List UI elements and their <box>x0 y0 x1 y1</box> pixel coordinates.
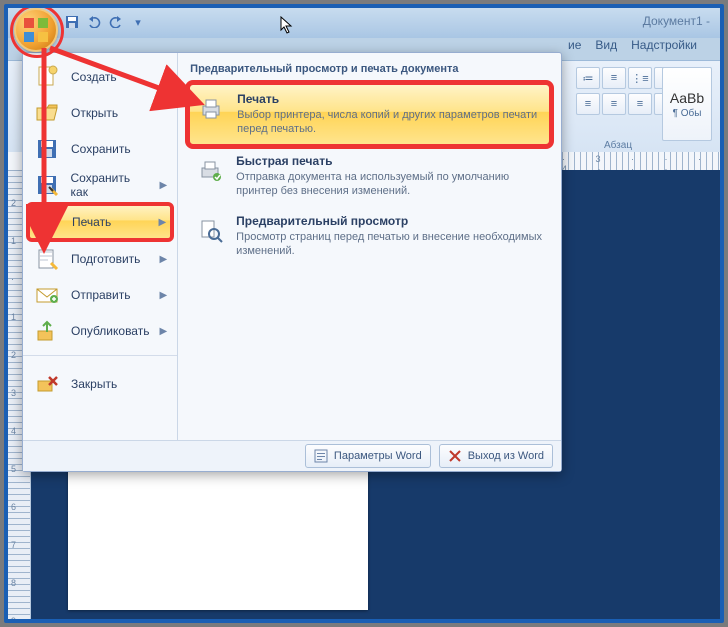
quick-access-toolbar: ▾ <box>64 14 146 30</box>
office-menu: СоздатьОткрытьСохранитьСохранить как▶Печ… <box>22 52 562 472</box>
style-preview[interactable]: AaBb ¶ Обы <box>662 67 712 141</box>
style-sample: AaBb <box>670 90 704 106</box>
multilevel-button[interactable]: ⋮≡ <box>628 67 652 89</box>
submenu-arrow-icon: ▶ <box>159 290 167 301</box>
numbering-button[interactable]: ≡ <box>602 67 626 89</box>
submenu-item-desc: Отправка документа на используемый по ум… <box>236 170 545 199</box>
redo-icon[interactable] <box>108 14 124 30</box>
menu-item-prepare[interactable]: Подготовить ▶ <box>23 241 177 277</box>
ruler-tick-label: 1 <box>11 236 21 246</box>
submenu-arrow-icon: ▶ <box>159 180 167 191</box>
submenu-arrow-icon: ▶ <box>159 254 167 265</box>
ribbon-tab[interactable]: Вид <box>595 38 617 60</box>
align-left-button[interactable]: ≡ <box>576 93 600 115</box>
app-window: ▾ Документ1 - ие Вид Надстройки ≔ ≡ ⋮≡ ↧… <box>4 4 724 623</box>
options-icon <box>314 449 328 463</box>
ruler-tick-label: 8 <box>11 578 21 588</box>
close-icon <box>33 370 61 398</box>
ribbon-tab[interactable]: ие <box>568 38 581 60</box>
titlebar: ▾ Документ1 - <box>8 8 720 38</box>
ruler-tick-label: 1 <box>11 312 21 322</box>
quickprint-icon <box>194 154 226 186</box>
publish-icon <box>33 317 61 345</box>
ribbon-tab[interactable]: Надстройки <box>631 38 697 60</box>
submenu-item-desc: Просмотр страниц перед печатью и внесени… <box>236 230 545 259</box>
ruler-tick-label: 9 <box>11 616 21 623</box>
submenu-item-quickprint[interactable]: Быстрая печать Отправка документа на испо… <box>188 146 551 207</box>
submenu-item-title: Предварительный просмотр <box>236 214 545 228</box>
submenu-item-preview[interactable]: Предварительный просмотр Просмотр страниц… <box>188 206 551 267</box>
submenu-item-desc: Выбор принтера, числа копий и других пар… <box>237 108 544 137</box>
menu-item-print[interactable]: Печать ▶ <box>27 203 173 241</box>
ruler-tick-label: 5 <box>11 464 21 474</box>
ribbon-tabs: ие Вид Надстройки <box>568 38 697 60</box>
office-menu-footer: Параметры Word Выход из Word <box>23 440 561 471</box>
document-title: Документ1 - <box>643 14 710 28</box>
menu-item-new[interactable]: Создать <box>23 59 177 95</box>
submenu-item-title: Печать <box>237 92 544 106</box>
menu-item-label: Создать <box>71 70 117 84</box>
screenshot-root: ▾ Документ1 - ие Вид Надстройки ≔ ≡ ⋮≡ ↧… <box>0 0 728 627</box>
bullets-button[interactable]: ≔ <box>576 67 600 89</box>
menu-item-label: Отправить <box>71 288 131 302</box>
exit-word-button[interactable]: Выход из Word <box>439 444 553 468</box>
ruler-tick-label: 7 <box>11 540 21 550</box>
menu-item-label: Опубликовать <box>71 324 149 338</box>
menu-item-label: Подготовить <box>71 252 140 266</box>
save-icon[interactable] <box>64 14 80 30</box>
ruler-tick-label: 6 <box>11 502 21 512</box>
menu-item-label: Сохранить как <box>71 171 150 199</box>
office-menu-submenu: Предварительный просмотр и печать докуме… <box>178 53 561 440</box>
ruler-tick-label: 2 <box>11 350 21 360</box>
new-icon <box>33 63 61 91</box>
word-options-button[interactable]: Параметры Word <box>305 444 431 468</box>
prepare-icon <box>33 245 61 273</box>
saveas-icon <box>33 171 61 199</box>
menu-item-saveas[interactable]: Сохранить как ▶ <box>23 167 177 203</box>
style-name: ¶ Обы <box>673 108 702 119</box>
submenu-item-title: Быстрая печать <box>236 154 545 168</box>
menu-item-publish[interactable]: Опубликовать ▶ <box>23 313 177 349</box>
menu-item-open[interactable]: Открыть <box>23 95 177 131</box>
menu-item-label: Открыть <box>71 106 118 120</box>
align-right-button[interactable]: ≡ <box>628 93 652 115</box>
group-label-paragraph: Абзац <box>604 140 632 151</box>
ruler-tick-label: 2 <box>11 198 21 208</box>
menu-item-save[interactable]: Сохранить <box>23 131 177 167</box>
menu-item-close[interactable]: Закрыть <box>23 355 177 402</box>
word-options-label: Параметры Word <box>334 450 422 462</box>
qat-dropdown-icon[interactable]: ▾ <box>130 14 146 30</box>
ruler-tick-label: 4 <box>11 426 21 436</box>
submenu-arrow-icon: ▶ <box>158 217 166 228</box>
menu-item-label: Печать <box>72 215 111 229</box>
exit-word-label: Выход из Word <box>468 450 544 462</box>
submenu-title: Предварительный просмотр и печать докуме… <box>190 63 549 75</box>
preview-icon <box>194 214 226 246</box>
submenu-arrow-icon: ▶ <box>159 326 167 337</box>
ruler-tick-label: 3 <box>11 388 21 398</box>
send-icon <box>33 281 61 309</box>
save-icon <box>33 135 61 163</box>
submenu-item-print[interactable]: Печать Выбор принтера, числа копий и друг… <box>188 83 551 146</box>
menu-item-label: Сохранить <box>71 142 131 156</box>
print-icon <box>34 208 62 236</box>
office-menu-main-list: СоздатьОткрытьСохранитьСохранить как▶Печ… <box>23 53 178 440</box>
print-icon <box>195 92 227 124</box>
undo-icon[interactable] <box>86 14 102 30</box>
mouse-cursor-icon <box>280 16 294 39</box>
menu-item-label: Закрыть <box>71 377 117 391</box>
office-button[interactable] <box>14 8 58 52</box>
ruler-tick-label: · <box>11 274 21 284</box>
exit-icon <box>448 449 462 463</box>
menu-item-send[interactable]: Отправить ▶ <box>23 277 177 313</box>
align-center-button[interactable]: ≡ <box>602 93 626 115</box>
open-icon <box>33 99 61 127</box>
